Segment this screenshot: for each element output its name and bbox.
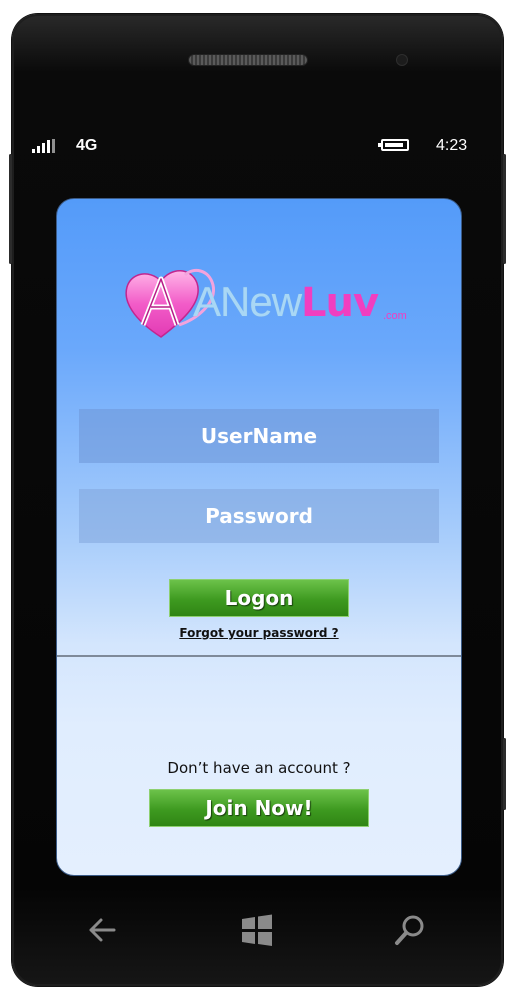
logon-button[interactable]: Logon	[169, 579, 349, 617]
logo-tld: .com	[383, 310, 407, 322]
no-account-text: Don’t have an account ?	[167, 759, 351, 777]
network-type: 4G	[76, 137, 98, 154]
power-button	[503, 154, 506, 264]
earpiece-speaker	[188, 54, 308, 66]
camera-button	[503, 738, 506, 810]
search-icon	[395, 915, 424, 945]
clock: 4:23	[436, 137, 468, 154]
search-button[interactable]	[390, 910, 430, 950]
logo-word-part2: Luv	[301, 280, 379, 326]
windows-logo-icon	[242, 914, 272, 946]
logo-wordmark: ANewLuv	[193, 278, 379, 326]
back-button[interactable]	[82, 910, 122, 950]
home-button[interactable]	[237, 910, 277, 950]
join-now-button[interactable]: Join Now!	[149, 789, 369, 827]
status-bar: 4G 4:23	[30, 134, 470, 160]
password-field[interactable]: Password	[79, 489, 439, 543]
signal-bars-icon	[32, 139, 58, 153]
app-screen: ANewLuv .com UserName Password Logon For…	[56, 198, 462, 876]
back-arrow-icon	[89, 918, 116, 942]
front-camera	[396, 54, 408, 66]
battery-icon	[378, 139, 409, 151]
username-placeholder: UserName	[200, 424, 318, 448]
battery-level	[385, 143, 403, 147]
anewluv-logo: ANewLuv .com	[121, 255, 421, 351]
logo-word-part1: ANew	[193, 278, 302, 325]
forgot-password-link[interactable]: Forgot your password ?	[57, 626, 461, 640]
section-divider	[57, 655, 461, 657]
username-field[interactable]: UserName	[79, 409, 439, 463]
volume-button	[9, 154, 12, 264]
password-placeholder: Password	[205, 504, 313, 528]
